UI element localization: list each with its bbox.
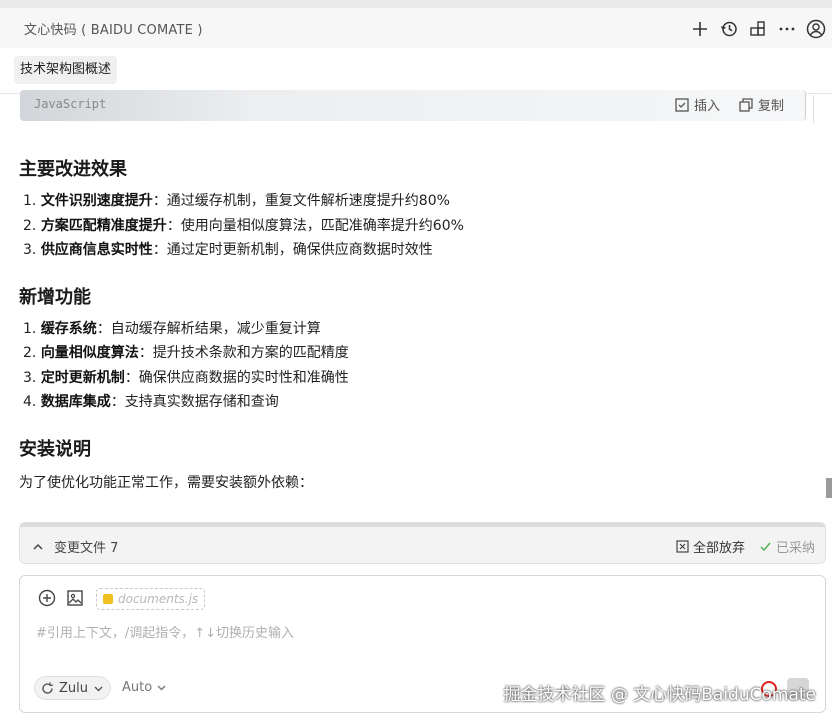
list-item: 1. 文件识别速度提升：通过缓存机制，重复文件解析速度提升约80% <box>23 193 450 209</box>
discard-icon <box>676 540 689 553</box>
insert-label: 插入 <box>694 99 721 114</box>
list-item: 3. 供应商信息实时性：通过定时更新机制，确保供应商数据时效性 <box>23 242 433 258</box>
discard-all-button[interactable]: 全部放弃 <box>676 537 745 556</box>
title-bar-actions <box>687 16 828 41</box>
changed-files-toggle[interactable]: 变更文件 7 <box>32 537 118 556</box>
code-language-label: JavaScript <box>34 97 107 111</box>
section-heading-install: 安装说明 <box>19 438 91 460</box>
copy-button[interactable]: 复制 <box>739 95 784 114</box>
changed-files-bar: 变更文件 7 全部放弃 已采纳 <box>19 522 826 564</box>
window-top-strip <box>0 0 832 8</box>
list-item: 3. 定时更新机制：确保供应商数据的实时性和准确性 <box>23 369 349 386</box>
insert-button[interactable]: 插入 <box>675 95 720 114</box>
conversation-title-tab[interactable]: 技术架构图概述 <box>14 56 118 84</box>
list-item: 1. 缓存系统：自动缓存解析结果，减少重复计算 <box>23 320 321 337</box>
watermark: 掘金技术社区 @ 文心快码BaiduComate <box>503 685 816 705</box>
refresh-icon <box>42 682 53 694</box>
add-context-icon[interactable] <box>38 589 56 611</box>
plus-icon[interactable] <box>687 16 712 41</box>
chevron-up-icon <box>33 543 43 550</box>
mode-label: Auto <box>122 680 153 695</box>
list-item: 4. 数据库集成：支持真实数据存储和查询 <box>23 394 279 410</box>
chevron-down-icon <box>157 685 166 691</box>
copy-label: 复制 <box>758 99 785 114</box>
response-content: 主要改进效果 1. 文件识别速度提升：通过缓存机制，重复文件解析速度提升约80%… <box>19 155 809 495</box>
message-input[interactable]: #引用上下文，/调起指令，↑↓切换历史输入 <box>36 622 294 641</box>
section-heading-improvements: 主要改进效果 <box>19 159 127 180</box>
list-item: 2. 方案匹配精准度提升：使用向量相似度算法，匹配准确率提升约60% <box>23 217 464 234</box>
context-file-chip[interactable]: documents.js <box>96 588 206 610</box>
discard-all-label: 全部放弃 <box>692 541 745 556</box>
conversation-header: 技术架构图概述 <box>0 48 832 94</box>
changed-files-actions: 全部放弃 已采纳 <box>676 537 815 556</box>
improvements-list: 1. 文件识别速度提升：通过缓存机制，重复文件解析速度提升约80% 2. 方案匹… <box>19 189 809 263</box>
install-paragraph: 为了使优化功能正常工作，需要安装额外依赖： <box>19 474 313 491</box>
composer-tools <box>38 589 84 611</box>
grid-icon[interactable] <box>745 16 770 41</box>
scroll-divider <box>813 95 814 123</box>
model-name: Zulu <box>59 680 88 696</box>
more-icon[interactable] <box>774 16 799 41</box>
context-file-name: documents.js <box>118 592 199 606</box>
code-block-top-edge <box>20 523 825 527</box>
history-icon[interactable] <box>716 16 741 41</box>
accepted-status: 已采纳 <box>759 537 815 556</box>
mode-selector[interactable]: Auto <box>122 680 167 695</box>
list-item: 2. 向量相似度算法：提升技术条款和方案的匹配精度 <box>23 345 349 361</box>
code-block-header: JavaScript 插入 复制 <box>20 90 806 121</box>
new-features-list: 1. 缓存系统：自动缓存解析结果，减少重复计算 2. 向量相似度算法：提升技术条… <box>19 317 809 415</box>
scrollbar-thumb[interactable] <box>826 478 832 498</box>
copy-icon <box>739 97 753 112</box>
accepted-label: 已采纳 <box>775 541 815 556</box>
model-selector[interactable]: Zulu <box>34 676 111 700</box>
chevron-down-icon <box>94 686 103 691</box>
changed-files-label: 变更文件 7 <box>54 541 119 556</box>
account-icon[interactable] <box>803 16 828 41</box>
insert-icon <box>675 97 689 112</box>
title-bar: 文心快码 ( BAIDU COMATE ) <box>0 8 832 48</box>
section-heading-new-features: 新增功能 <box>19 286 91 308</box>
js-file-icon <box>103 594 113 604</box>
app-title: 文心快码 ( BAIDU COMATE ) <box>24 23 203 38</box>
check-icon <box>760 542 771 552</box>
image-upload-icon[interactable] <box>66 589 84 611</box>
